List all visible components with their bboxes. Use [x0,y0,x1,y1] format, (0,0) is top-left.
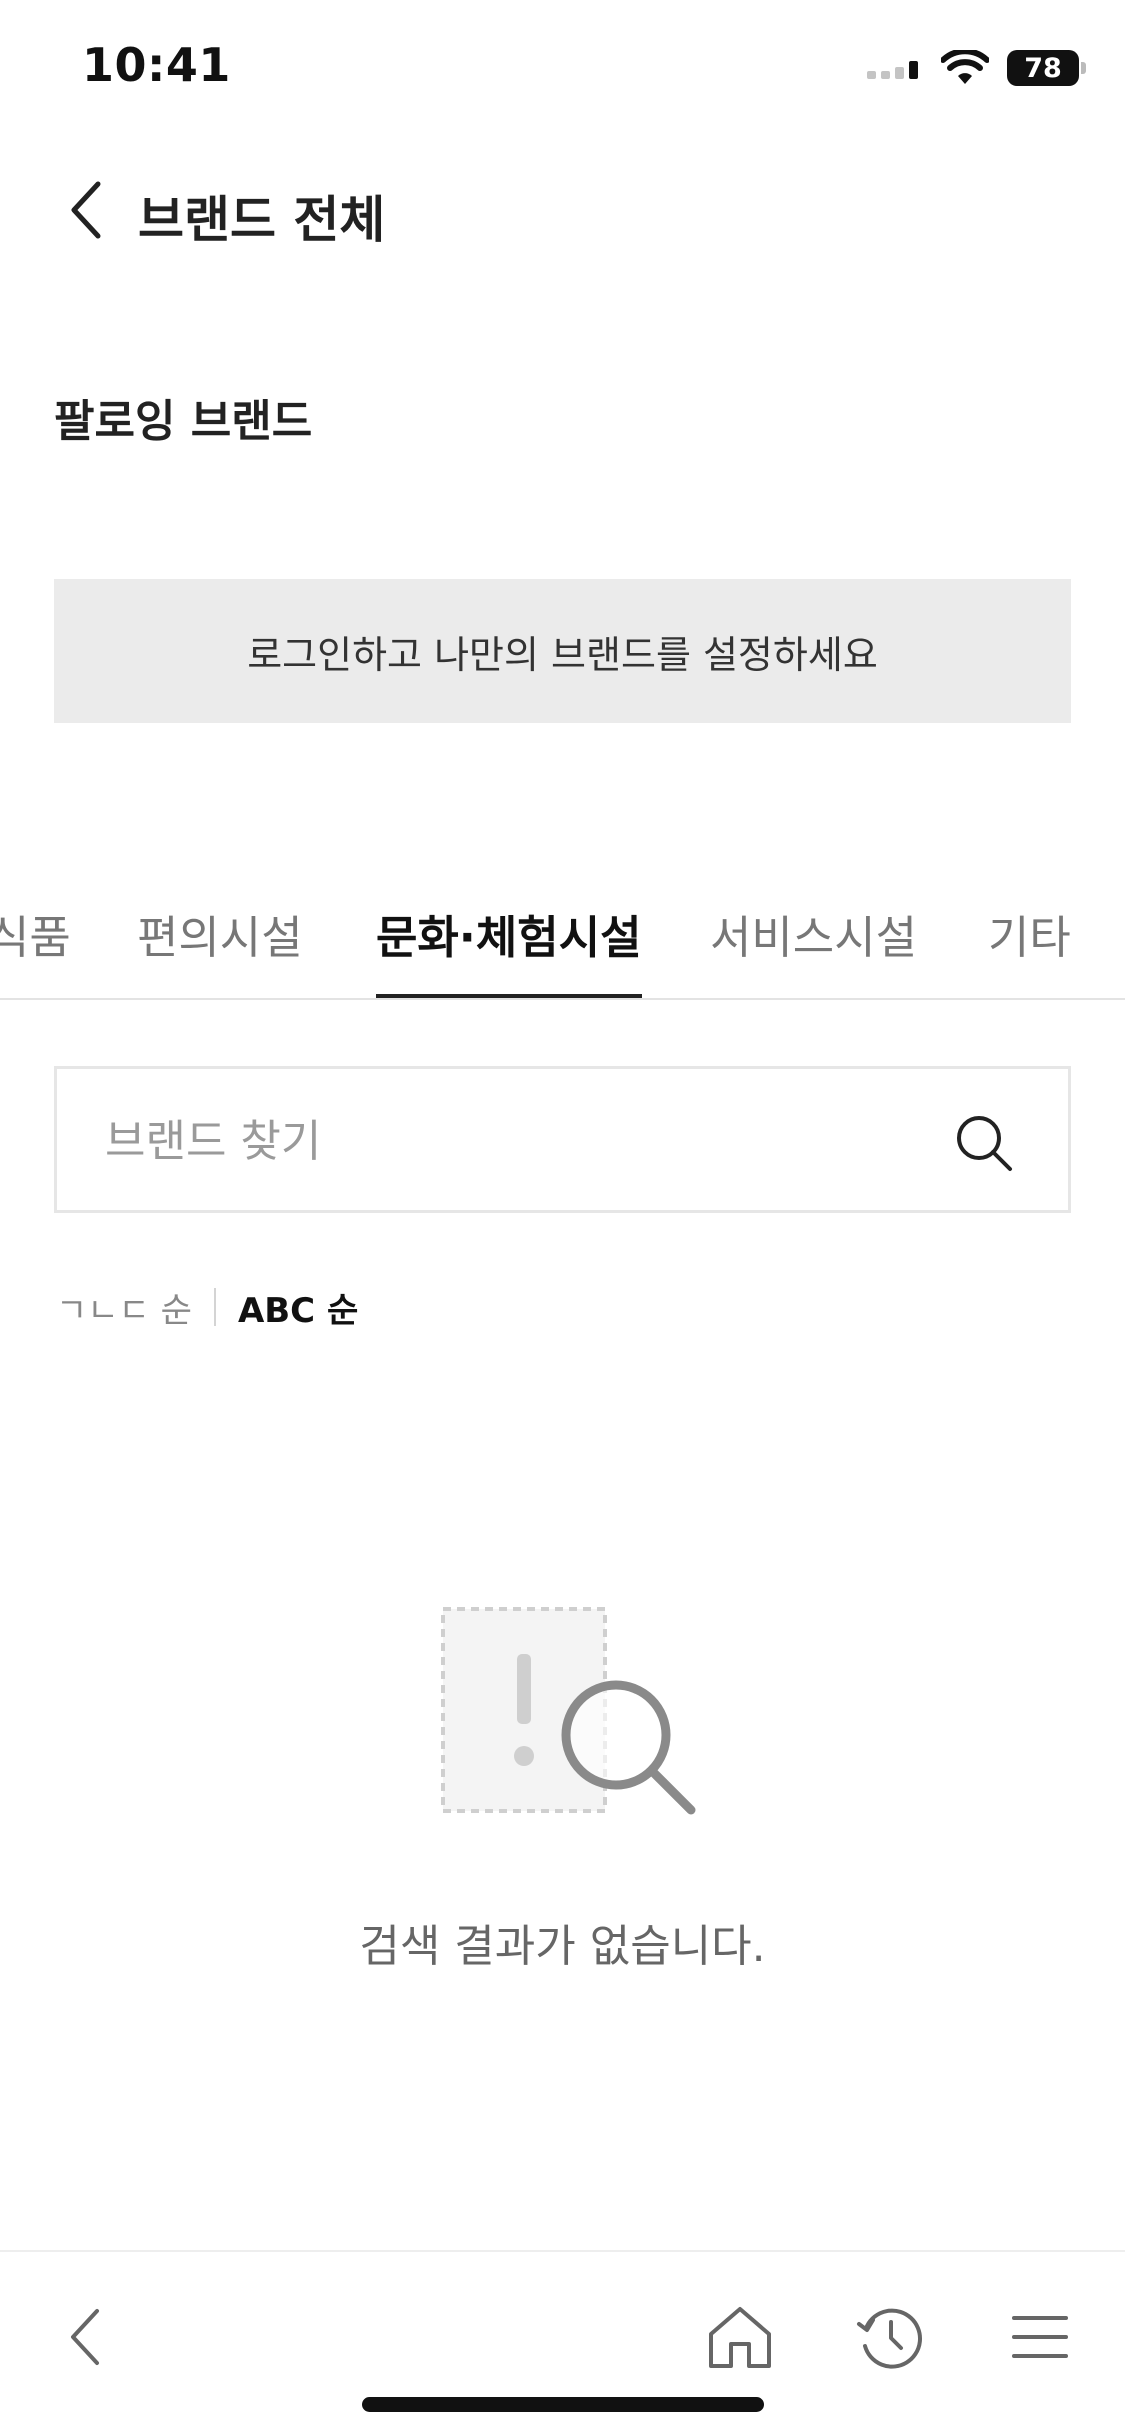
nav-menu-button[interactable] [995,2292,1085,2382]
nav-home-button[interactable] [695,2292,785,2382]
sort-options: ㄱㄴㄷ 순 ABC 순 [56,1282,358,1332]
sort-korean-order[interactable]: ㄱㄴㄷ 순 [56,1283,192,1332]
nav-history-button[interactable] [845,2292,935,2382]
tab-culture-experience[interactable]: 문화·체험시설 [376,900,642,998]
search-box [54,1066,1071,1213]
nav-back-button[interactable] [40,2292,130,2382]
page-title: 브랜드 전체 [138,191,386,249]
status-time: 10:41 [82,38,231,92]
search-button[interactable] [950,1109,1018,1177]
menu-icon [1012,2316,1068,2358]
home-indicator[interactable] [362,2397,764,2412]
signal-icon [867,61,918,79]
search-icon [957,1116,1012,1171]
category-tabs: 식품 편의시설 문화·체험시설 서비스시설 기타 [0,900,1125,1000]
wifi-icon [941,50,989,84]
tab-convenience[interactable]: 편의시설 [137,900,303,998]
login-prompt-text: 로그인하고 나만의 브랜드를 설정하세요 [247,632,878,677]
tab-service[interactable]: 서비스시설 [710,900,917,998]
back-icon [71,2309,99,2365]
status-icons: 78 [867,46,1086,90]
chevron-left-icon [71,181,101,239]
status-bar: 10:41 78 [0,0,1125,140]
header: 브랜드 전체 [0,160,1125,260]
battery-icon: 78 [1007,50,1086,86]
empty-message: 검색 결과가 없습니다. [359,1921,766,1972]
home-icon [709,2307,771,2368]
battery-level: 78 [1024,52,1062,84]
login-prompt-banner[interactable]: 로그인하고 나만의 브랜드를 설정하세요 [54,579,1071,723]
search-input[interactable] [105,1099,925,1183]
tab-food[interactable]: 식품 [0,900,71,998]
sort-abc-order[interactable]: ABC 순 [238,1283,358,1332]
sort-divider [213,1288,216,1326]
back-button[interactable] [56,172,116,248]
history-icon [857,2308,922,2369]
no-results-icon [441,1607,696,1815]
following-brands-title: 팔로잉 브랜드 [54,396,313,447]
tab-etc[interactable]: 기타 [988,900,1071,998]
